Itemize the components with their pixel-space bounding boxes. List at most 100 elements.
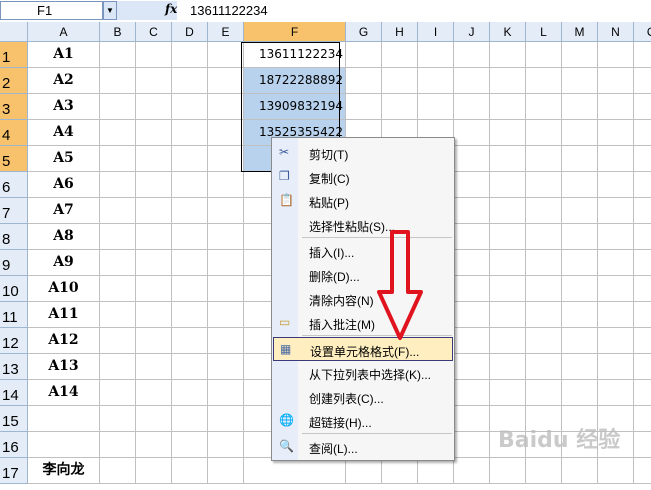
cell-m1[interactable] xyxy=(562,42,598,68)
cell-a6[interactable]: A6 xyxy=(28,172,100,198)
cell-m7[interactable] xyxy=(562,198,598,224)
cell-l7[interactable] xyxy=(526,198,562,224)
cell-d12[interactable] xyxy=(172,328,208,354)
cell-f2[interactable]: 18722288892 xyxy=(244,68,346,94)
column-header-k[interactable]: K xyxy=(490,22,526,42)
cell-c3[interactable] xyxy=(136,94,172,120)
menu-item-0[interactable]: ✂ 剪切(T) xyxy=(273,141,453,165)
cell-c16[interactable] xyxy=(136,432,172,458)
cell-l12[interactable] xyxy=(526,328,562,354)
cell-o13[interactable] xyxy=(634,354,651,380)
cell-c15[interactable] xyxy=(136,406,172,432)
cell-o8[interactable] xyxy=(634,224,651,250)
cell-j16[interactable] xyxy=(454,432,490,458)
cell-c8[interactable] xyxy=(136,224,172,250)
cell-j13[interactable] xyxy=(454,354,490,380)
cell-i17[interactable] xyxy=(418,458,454,484)
cell-n7[interactable] xyxy=(598,198,634,224)
cell-l8[interactable] xyxy=(526,224,562,250)
cell-o7[interactable] xyxy=(634,198,651,224)
cell-e4[interactable] xyxy=(208,120,244,146)
cell-d11[interactable] xyxy=(172,302,208,328)
cell-o1[interactable] xyxy=(634,42,651,68)
cell-c12[interactable] xyxy=(136,328,172,354)
cell-a2[interactable]: A2 xyxy=(28,68,100,94)
cell-l11[interactable] xyxy=(526,302,562,328)
row-header-12[interactable]: 12 xyxy=(0,328,28,354)
cell-a11[interactable]: A11 xyxy=(28,302,100,328)
cell-l9[interactable] xyxy=(526,250,562,276)
cell-c13[interactable] xyxy=(136,354,172,380)
cell-o6[interactable] xyxy=(634,172,651,198)
row-header-1[interactable]: 1 xyxy=(0,42,28,68)
cell-a16[interactable] xyxy=(28,432,100,458)
cell-l10[interactable] xyxy=(526,276,562,302)
cell-n8[interactable] xyxy=(598,224,634,250)
cell-e12[interactable] xyxy=(208,328,244,354)
cell-c14[interactable] xyxy=(136,380,172,406)
column-header-i[interactable]: I xyxy=(418,22,454,42)
cell-o14[interactable] xyxy=(634,380,651,406)
cell-c7[interactable] xyxy=(136,198,172,224)
column-header-e[interactable]: E xyxy=(208,22,244,42)
cell-n6[interactable] xyxy=(598,172,634,198)
cell-h1[interactable] xyxy=(382,42,418,68)
column-header-j[interactable]: J xyxy=(454,22,490,42)
cell-a10[interactable]: A10 xyxy=(28,276,100,302)
cell-g17[interactable] xyxy=(346,458,382,484)
cell-k14[interactable] xyxy=(490,380,526,406)
cell-c9[interactable] xyxy=(136,250,172,276)
cell-o17[interactable] xyxy=(634,458,651,484)
cell-n9[interactable] xyxy=(598,250,634,276)
cell-l17[interactable] xyxy=(526,458,562,484)
row-header-3[interactable]: 3 xyxy=(0,94,28,120)
cell-e11[interactable] xyxy=(208,302,244,328)
cell-a13[interactable]: A13 xyxy=(28,354,100,380)
cell-b7[interactable] xyxy=(100,198,136,224)
cell-m10[interactable] xyxy=(562,276,598,302)
cell-d6[interactable] xyxy=(172,172,208,198)
cell-d13[interactable] xyxy=(172,354,208,380)
cell-d9[interactable] xyxy=(172,250,208,276)
cell-n12[interactable] xyxy=(598,328,634,354)
row-header-13[interactable]: 13 xyxy=(0,354,28,380)
menu-item-9[interactable]: 从下拉列表中选择(K)... xyxy=(273,361,453,385)
cell-o9[interactable] xyxy=(634,250,651,276)
cell-j10[interactable] xyxy=(454,276,490,302)
cell-o5[interactable] xyxy=(634,146,651,172)
cell-a5[interactable]: A5 xyxy=(28,146,100,172)
cell-d3[interactable] xyxy=(172,94,208,120)
cell-l14[interactable] xyxy=(526,380,562,406)
cell-j6[interactable] xyxy=(454,172,490,198)
cell-a7[interactable]: A7 xyxy=(28,198,100,224)
cell-c1[interactable] xyxy=(136,42,172,68)
cell-a3[interactable]: A3 xyxy=(28,94,100,120)
cell-m6[interactable] xyxy=(562,172,598,198)
cell-b9[interactable] xyxy=(100,250,136,276)
cell-j9[interactable] xyxy=(454,250,490,276)
cell-j5[interactable] xyxy=(454,146,490,172)
cell-n17[interactable] xyxy=(598,458,634,484)
column-header-f[interactable]: F xyxy=(244,22,346,42)
column-header-o[interactable]: O xyxy=(634,22,651,42)
cell-c4[interactable] xyxy=(136,120,172,146)
cell-d17[interactable] xyxy=(172,458,208,484)
cell-c10[interactable] xyxy=(136,276,172,302)
cell-k9[interactable] xyxy=(490,250,526,276)
cell-j15[interactable] xyxy=(454,406,490,432)
cell-k10[interactable] xyxy=(490,276,526,302)
column-header-c[interactable]: C xyxy=(136,22,172,42)
cell-d8[interactable] xyxy=(172,224,208,250)
cell-b1[interactable] xyxy=(100,42,136,68)
cell-b15[interactable] xyxy=(100,406,136,432)
row-header-11[interactable]: 11 xyxy=(0,302,28,328)
cell-c2[interactable] xyxy=(136,68,172,94)
cell-g3[interactable] xyxy=(346,94,382,120)
row-header-9[interactable]: 9 xyxy=(0,250,28,276)
row-header-2[interactable]: 2 xyxy=(0,68,28,94)
cell-b6[interactable] xyxy=(100,172,136,198)
cell-g2[interactable] xyxy=(346,68,382,94)
cell-l13[interactable] xyxy=(526,354,562,380)
row-header-8[interactable]: 8 xyxy=(0,224,28,250)
cell-b13[interactable] xyxy=(100,354,136,380)
